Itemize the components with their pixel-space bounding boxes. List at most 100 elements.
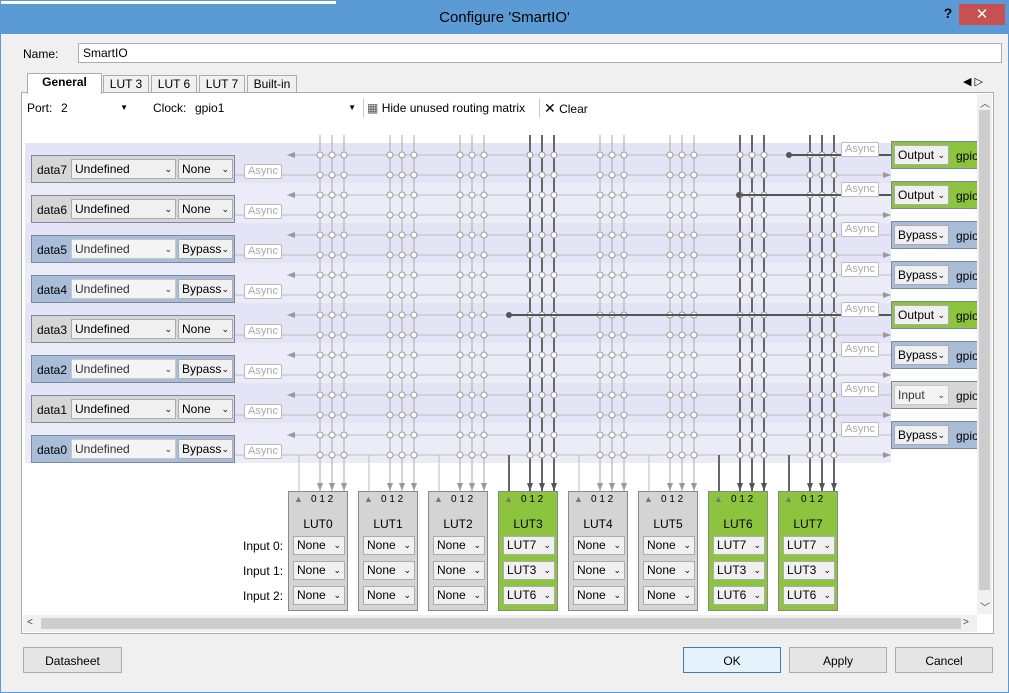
input-sync-select[interactable]: Bypass ⌄	[178, 359, 233, 379]
lut-input-1-select[interactable]: None ⌄	[363, 561, 415, 580]
clock-select[interactable]: gpio1 ▼	[190, 97, 360, 117]
tab-lut7[interactable]: LUT 7	[199, 75, 245, 93]
close-button[interactable]: ✕	[959, 4, 1005, 25]
ok-button[interactable]: OK	[683, 647, 781, 673]
lut-input-2-select[interactable]: LUT6 ⌄	[783, 586, 835, 605]
input-function-select[interactable]: Undefined ⌄	[71, 199, 176, 219]
input-sync-select[interactable]: None ⌄	[178, 159, 233, 179]
chevron-down-icon: ⌄	[543, 565, 551, 575]
matrix-node	[526, 171, 534, 179]
input-name: data5	[37, 243, 68, 257]
output-mode-select[interactable]: Input ⌄	[894, 385, 949, 405]
matrix-node	[748, 211, 756, 219]
lut-input-1-select[interactable]: None ⌄	[433, 561, 485, 580]
output-mode-select[interactable]: Output ⌄	[894, 305, 949, 325]
lut-input-2-select[interactable]: None ⌄	[433, 586, 485, 605]
lut-input-0-select[interactable]: None ⌄	[433, 536, 485, 555]
lut-input-0-select[interactable]: None ⌄	[643, 536, 695, 555]
input-sync-select[interactable]: Bypass ⌄	[178, 439, 233, 459]
input-function-select[interactable]: Undefined ⌄	[71, 439, 176, 459]
wire-arrow	[411, 483, 417, 491]
matrix-node	[678, 191, 686, 199]
lut-input-0-select[interactable]: None ⌄	[573, 536, 625, 555]
input-function-select[interactable]: Undefined ⌄	[71, 239, 176, 259]
scroll-down-icon[interactable]: ﹀	[980, 599, 990, 614]
input-function-select[interactable]: Undefined ⌄	[71, 319, 176, 339]
matrix-node	[468, 191, 476, 199]
scroll-right-icon[interactable]: >	[963, 617, 969, 628]
cancel-button[interactable]: Cancel	[895, 647, 993, 673]
lut-input-2-select[interactable]: None ⌄	[643, 586, 695, 605]
vertical-scroll-thumb[interactable]	[979, 110, 990, 590]
lut-input-2-select[interactable]: LUT6 ⌄	[503, 586, 555, 605]
lut-input-0-select[interactable]: LUT7 ⌄	[503, 536, 555, 555]
output-mode-select[interactable]: Bypass ⌄	[894, 425, 949, 445]
input-function-select[interactable]: Undefined ⌄	[71, 359, 176, 379]
matrix-node	[608, 211, 616, 219]
tab-scroll-right-icon[interactable]: ▷	[975, 76, 983, 88]
tab-general[interactable]: General	[27, 73, 102, 94]
matrix-node	[690, 451, 698, 459]
lut-input-value: None	[437, 588, 466, 602]
lut-input-1-select[interactable]: LUT3 ⌄	[783, 561, 835, 580]
input-sync-select[interactable]: Bypass ⌄	[178, 279, 233, 299]
scroll-up-icon[interactable]: ︿	[980, 95, 990, 110]
lut-input-2-select[interactable]: None ⌄	[293, 586, 345, 605]
matrix-node	[736, 231, 744, 239]
tab-scroll-left-icon[interactable]: ◀	[963, 76, 971, 88]
lut-input-0-select[interactable]: LUT7 ⌄	[713, 536, 765, 555]
matrix-node	[340, 151, 348, 159]
wire-arrow	[737, 483, 743, 491]
datasheet-button[interactable]: Datasheet	[23, 647, 122, 673]
output-mode-select[interactable]: Output ⌄	[894, 145, 949, 165]
apply-button[interactable]: Apply	[789, 647, 887, 673]
lut-input-1-select[interactable]: LUT3 ⌄	[713, 561, 765, 580]
lut-input-2-select[interactable]: None ⌄	[363, 586, 415, 605]
horizontal-scrollbar[interactable]: < >	[23, 615, 977, 632]
chevron-down-icon: ⌄	[333, 565, 341, 575]
input-function-select[interactable]: Undefined ⌄	[71, 279, 176, 299]
scroll-left-icon[interactable]: <	[27, 617, 33, 628]
matrix-node	[526, 331, 534, 339]
output-mode-select[interactable]: Bypass ⌄	[894, 225, 949, 245]
lut-input-1-select[interactable]: LUT3 ⌄	[503, 561, 555, 580]
clear-button[interactable]: ✕ Clear	[544, 98, 588, 118]
horizontal-scroll-thumb[interactable]	[41, 618, 961, 629]
matrix-node	[340, 291, 348, 299]
lut-input-value: LUT3	[787, 563, 817, 577]
matrix-node	[690, 171, 698, 179]
input-function-select[interactable]: Undefined ⌄	[71, 399, 176, 419]
output-mode-select[interactable]: Bypass ⌄	[894, 265, 949, 285]
lut-input-0-select[interactable]: LUT7 ⌄	[783, 536, 835, 555]
lut-input-1-select[interactable]: None ⌄	[293, 561, 345, 580]
vertical-scrollbar[interactable]: ︿ ﹀	[977, 94, 992, 614]
input-sync-select[interactable]: Bypass ⌄	[178, 239, 233, 259]
lut-input-1-select[interactable]: None ⌄	[643, 561, 695, 580]
help-button[interactable]: ?	[938, 5, 958, 21]
output-pin-label: gpio	[956, 389, 977, 403]
input-async-tag: Async	[244, 444, 282, 459]
input-sync-select[interactable]: None ⌄	[178, 399, 233, 419]
lut-input-value: None	[577, 588, 606, 602]
tab-lut3[interactable]: LUT 3	[103, 75, 149, 93]
output-mode-select[interactable]: Output ⌄	[894, 185, 949, 205]
name-input[interactable]: SmartIO	[78, 43, 1002, 63]
input-function-select[interactable]: Undefined ⌄	[71, 159, 176, 179]
input-sync-select[interactable]: None ⌄	[178, 199, 233, 219]
lut-input-0-select[interactable]: None ⌄	[363, 536, 415, 555]
lut-input-0-select[interactable]: None ⌄	[293, 536, 345, 555]
tab-built-in[interactable]: Built-in	[247, 75, 297, 93]
lut-input-1-select[interactable]: None ⌄	[573, 561, 625, 580]
tab-lut6[interactable]: LUT 6	[151, 75, 197, 93]
hide-unused-button[interactable]: ▦ Hide unused routing matrix	[367, 98, 525, 118]
matrix-node	[526, 251, 534, 259]
input-sync-select[interactable]: None ⌄	[178, 319, 233, 339]
lut-input-2-select[interactable]: LUT6 ⌄	[713, 586, 765, 605]
input-row-data3: data3 Undefined ⌄ None ⌄	[31, 315, 235, 343]
tab-scroll-arrows[interactable]: ◀ ▷	[963, 75, 983, 88]
matrix-node	[666, 171, 674, 179]
port-select[interactable]: 2 ▼	[56, 97, 132, 117]
lut-input-2-select[interactable]: None ⌄	[573, 586, 625, 605]
lut-input-indices: 0 1 2	[731, 494, 754, 505]
output-mode-select[interactable]: Bypass ⌄	[894, 345, 949, 365]
